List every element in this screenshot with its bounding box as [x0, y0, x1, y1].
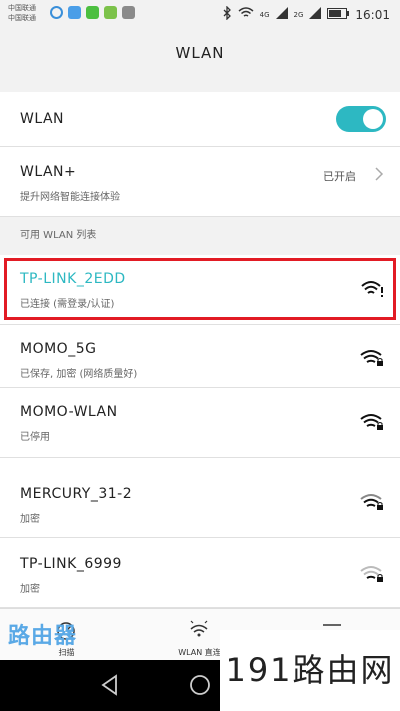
- wifi-locked-icon: [360, 412, 384, 436]
- watermark-logo: 路由器: [8, 624, 78, 649]
- back-button[interactable]: [100, 674, 120, 700]
- network-status: 加密: [20, 514, 40, 525]
- network-status: 已保存, 加密 (网络质量好): [20, 369, 138, 380]
- wlan-plus-row[interactable]: WLAN+ 提升网络智能连接体验 已开启: [0, 147, 400, 217]
- network-ssid: MOMO-WLAN: [20, 404, 118, 420]
- network-row[interactable]: MOMO-WLAN 已停用: [0, 388, 400, 458]
- clock: 16:01: [355, 7, 390, 22]
- carrier-label: 中国联通: [8, 4, 36, 12]
- home-button[interactable]: [189, 674, 211, 700]
- network-ssid: MERCURY_31-2: [20, 486, 133, 502]
- wlan-plus-subtitle: 提升网络智能连接体验: [20, 192, 120, 203]
- app-notification-icon: [122, 6, 135, 19]
- network-type-label: 4G: [259, 10, 270, 19]
- network-row[interactable]: TP-LINK_6999 加密: [0, 538, 400, 608]
- wechat-icon: [86, 6, 99, 19]
- network-ssid: TP-LINK_6999: [20, 556, 122, 572]
- network-ssid: TP-LINK_2EDD: [20, 271, 126, 287]
- wifi-direct-icon: [187, 619, 211, 647]
- wifi-locked-icon: [360, 564, 384, 588]
- app-notification-icon: [50, 6, 63, 19]
- available-networks-header: 可用 WLAN 列表: [0, 217, 400, 255]
- app-notification-icon: [68, 6, 81, 19]
- network-status: 已连接 (需登录/认证): [20, 299, 115, 310]
- wifi-status-icon: [238, 7, 254, 22]
- app-notification-icon: [104, 6, 117, 19]
- wlan-toggle-switch[interactable]: [336, 106, 386, 132]
- wlan-toggle-row[interactable]: WLAN: [0, 92, 400, 147]
- notification-icons: [50, 6, 135, 19]
- watermark-site-logo: 191路由网: [220, 630, 400, 711]
- network-row[interactable]: MOMO_5G 已保存, 加密 (网络质量好): [0, 325, 400, 388]
- wlan-plus-status: 已开启: [323, 170, 356, 183]
- chevron-right-icon: [374, 166, 384, 186]
- status-bar: 中国联通 中国联通 4G 2G 16:01: [0, 0, 400, 28]
- wifi-signal-warning-icon: [360, 279, 384, 303]
- network-type-label: 2G: [293, 10, 304, 19]
- wlan-label: WLAN: [20, 111, 65, 127]
- status-icons: 4G 2G 16:01: [222, 5, 390, 23]
- wlan-plus-label: WLAN+: [20, 164, 77, 180]
- network-status: 已停用: [20, 432, 50, 443]
- network-status: 加密: [20, 584, 40, 595]
- network-ssid: MOMO_5G: [20, 341, 97, 357]
- battery-icon: [327, 7, 350, 22]
- divider: [0, 78, 400, 92]
- wifi-locked-icon: [360, 348, 384, 372]
- network-row[interactable]: MERCURY_31-2 加密: [0, 458, 400, 538]
- signal-icon: [309, 7, 322, 22]
- carrier-label: 中国联通: [8, 14, 36, 22]
- network-row[interactable]: TP-LINK_2EDD 已连接 (需登录/认证): [0, 255, 400, 325]
- wifi-locked-icon: [360, 492, 384, 516]
- page-title: WLAN: [175, 44, 225, 62]
- bluetooth-icon: [222, 5, 232, 23]
- signal-icon: [275, 7, 288, 22]
